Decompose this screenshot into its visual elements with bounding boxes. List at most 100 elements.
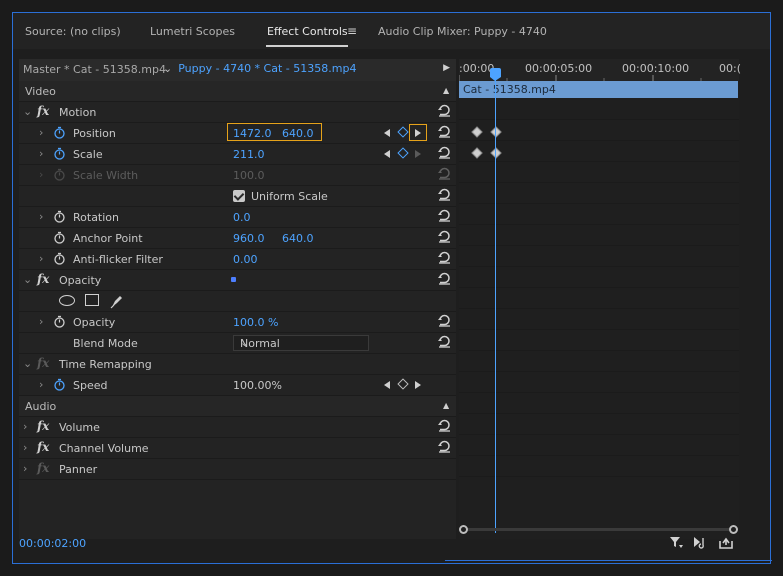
reset-icon[interactable] [437, 334, 452, 349]
playhead-handle[interactable] [490, 68, 501, 81]
stopwatch-icon[interactable] [53, 147, 66, 160]
scale-keyframe[interactable] [490, 147, 502, 159]
audio-section-header[interactable]: Audio ▲ [19, 396, 456, 417]
track-divider [459, 413, 739, 414]
fx-icon[interactable]: fx [37, 440, 49, 454]
scrollbar-track[interactable] [468, 528, 729, 531]
collapse-chevron-icon[interactable]: ⌄ [23, 105, 32, 118]
reset-icon[interactable] [437, 124, 452, 139]
clip-selector[interactable]: ⌄ Puppy - 4740 * Cat - 51358.mp4 [163, 62, 356, 75]
scroll-left-handle[interactable] [459, 525, 468, 534]
stopwatch-icon[interactable] [53, 210, 66, 223]
reset-icon[interactable] [437, 418, 452, 433]
collapse-up-icon[interactable]: ▲ [443, 86, 449, 95]
fx-icon: fx [37, 356, 50, 370]
playhead-line[interactable] [495, 69, 496, 533]
ruler-tick-label: 00:( [719, 62, 741, 75]
scale-keyframe[interactable] [471, 147, 483, 159]
anchor-y-value[interactable]: 640.0 [282, 232, 314, 245]
reset-icon[interactable] [437, 229, 452, 244]
prev-keyframe-icon[interactable] [384, 129, 390, 137]
play-arrow-icon[interactable]: ▶ [443, 63, 450, 73]
ellipse-mask-icon[interactable] [59, 295, 75, 306]
tab-lumetri-scopes[interactable]: Lumetri Scopes [150, 25, 235, 38]
pen-mask-icon[interactable] [109, 293, 125, 309]
uniform-scale-checkbox[interactable] [233, 190, 245, 202]
master-clip-label[interactable]: Master * Cat - 51358.mp4 [23, 63, 166, 76]
expand-chevron-icon: › [39, 168, 44, 181]
fx-icon[interactable]: fx [37, 272, 49, 286]
tab-source[interactable]: Source: (no clips) [25, 25, 121, 38]
reset-icon[interactable] [437, 250, 452, 265]
add-keyframe-icon[interactable] [397, 126, 409, 138]
rotation-value[interactable]: 0.0 [233, 211, 251, 224]
fx-icon[interactable]: fx [37, 419, 49, 433]
timeline-zoom-scrollbar[interactable] [459, 525, 739, 534]
track-divider [459, 371, 739, 372]
blend-mode-select[interactable]: Normal ⌄ [233, 335, 369, 351]
play-audio-icon[interactable] [692, 534, 710, 550]
expand-chevron-icon[interactable]: › [39, 147, 43, 160]
expand-chevron-icon[interactable]: › [39, 378, 43, 391]
clip-bar[interactable]: Cat - 51358.mp4 [459, 81, 738, 98]
next-keyframe-icon[interactable] [415, 129, 421, 137]
filter-icon[interactable] [668, 534, 684, 550]
track-divider [459, 203, 739, 204]
stopwatch-icon[interactable] [53, 252, 66, 265]
export-icon[interactable] [718, 534, 734, 550]
speed-value[interactable]: 100.00% [233, 379, 282, 392]
audio-section-label: Audio [25, 400, 57, 413]
time-ruler[interactable]: :00:00 00:00:05:00 00:00:10:00 00:( [459, 59, 741, 81]
collapse-chevron-icon[interactable]: ⌄ [23, 357, 32, 370]
stopwatch-icon[interactable] [53, 378, 66, 391]
reset-icon[interactable] [437, 145, 452, 160]
reset-icon[interactable] [437, 439, 452, 454]
add-keyframe-icon[interactable] [397, 147, 409, 159]
expand-chevron-icon[interactable]: › [23, 462, 27, 475]
expand-chevron-icon[interactable]: › [39, 210, 43, 223]
expand-chevron-icon[interactable]: › [39, 252, 43, 265]
tab-audio-clip-mixer[interactable]: Audio Clip Mixer: Puppy - 4740 [378, 25, 547, 38]
track-divider [459, 434, 739, 435]
current-timecode[interactable]: 00:00:02:00 [19, 537, 86, 550]
opacity-label: Opacity [73, 316, 116, 329]
reset-icon[interactable] [437, 187, 452, 202]
collapse-up-icon[interactable]: ▲ [443, 401, 449, 410]
collapse-chevron-icon[interactable]: ⌄ [23, 273, 32, 286]
expand-chevron-icon[interactable]: › [39, 315, 43, 328]
scale-label: Scale [73, 148, 103, 161]
next-keyframe-icon[interactable] [415, 150, 421, 158]
reset-icon[interactable] [437, 313, 452, 328]
expand-chevron-icon[interactable]: › [23, 441, 27, 454]
video-section-header[interactable]: Video ▲ [19, 81, 456, 102]
effect-row-opacity: ⌄ fx Opacity [19, 270, 456, 291]
position-keyframe[interactable] [490, 126, 502, 138]
rectangle-mask-icon[interactable] [85, 294, 99, 306]
stopwatch-icon[interactable] [53, 315, 66, 328]
reset-icon[interactable] [437, 208, 452, 223]
anti-flicker-value[interactable]: 0.00 [233, 253, 258, 266]
expand-chevron-icon[interactable]: › [23, 420, 27, 433]
effect-row-motion: ⌄ fx Motion [19, 102, 456, 123]
prev-keyframe-icon[interactable] [384, 150, 390, 158]
position-y-value[interactable]: 640.0 [282, 127, 314, 140]
reset-icon[interactable] [437, 271, 452, 286]
active-tab-underline [266, 45, 348, 47]
effect-properties: Master * Cat - 51358.mp4 ⌄ Puppy - 4740 *… [19, 59, 456, 539]
next-keyframe-icon[interactable] [415, 381, 421, 389]
panel-menu-icon[interactable]: ≡ [347, 24, 357, 38]
anchor-x-value[interactable]: 960.0 [233, 232, 265, 245]
tab-effect-controls[interactable]: Effect Controls [267, 25, 348, 38]
scroll-right-handle[interactable] [729, 525, 738, 534]
position-keyframe[interactable] [471, 126, 483, 138]
add-keyframe-icon[interactable] [397, 378, 409, 390]
prev-keyframe-icon[interactable] [384, 381, 390, 389]
fx-icon[interactable]: fx [37, 104, 49, 118]
stopwatch-icon[interactable] [53, 231, 66, 244]
reset-icon[interactable] [437, 103, 452, 118]
scale-value[interactable]: 211.0 [233, 148, 265, 161]
opacity-value[interactable]: 100.0 % [233, 316, 278, 329]
expand-chevron-icon[interactable]: › [39, 126, 43, 139]
position-x-value[interactable]: 1472.0 [233, 127, 272, 140]
stopwatch-icon[interactable] [53, 126, 66, 139]
